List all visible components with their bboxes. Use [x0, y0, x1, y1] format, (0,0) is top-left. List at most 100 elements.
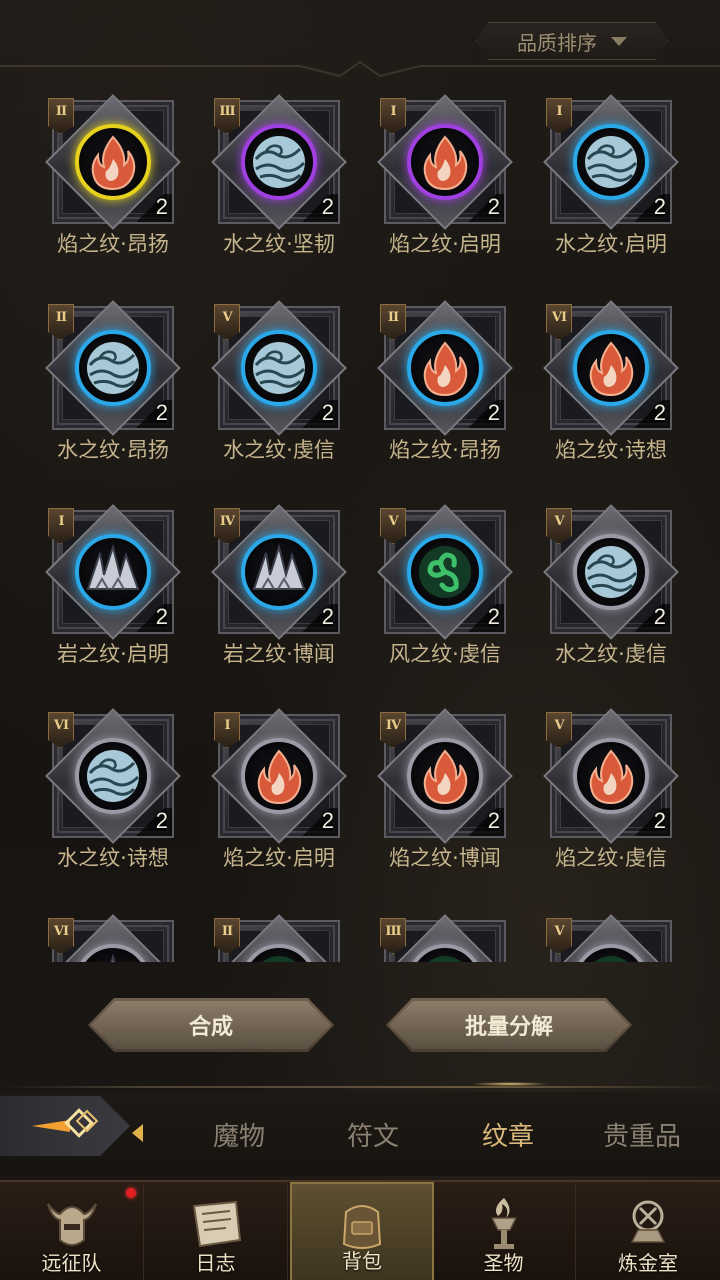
item-count: 2 — [155, 400, 168, 425]
item-count: 2 — [321, 194, 334, 219]
water-crest-icon — [75, 738, 151, 814]
wind-crest-icon — [407, 534, 483, 610]
crest-item[interactable]: 2 V 水之纹·虔信 — [211, 300, 347, 481]
crest-item[interactable]: VI — [45, 914, 181, 962]
nav-label: 背包 — [342, 1249, 382, 1273]
item-count: 2 — [487, 400, 500, 425]
torch-icon — [474, 1196, 534, 1252]
crest-name: 水之纹·启明 — [555, 232, 667, 256]
water-crest-icon — [241, 124, 317, 200]
item-count: 2 — [155, 194, 168, 219]
helmet-icon — [42, 1196, 102, 1252]
alchemy-icon — [618, 1196, 678, 1252]
crest-item[interactable]: 2 V 风之纹·虔信 — [377, 504, 513, 685]
scroll-icon — [186, 1196, 246, 1252]
item-count: 2 — [653, 808, 666, 833]
crest-name: 水之纹·虔信 — [223, 438, 335, 462]
water-crest-icon — [241, 330, 317, 406]
water-crest-icon — [75, 330, 151, 406]
nav-label: 日志 — [195, 1251, 236, 1275]
crest-name: 水之纹·诗想 — [57, 846, 169, 870]
fire-crest-icon — [407, 330, 483, 406]
nav-expedition[interactable]: 远征队 — [0, 1182, 144, 1280]
crest-item[interactable]: 2 IV 岩之纹·博闻 — [211, 504, 347, 685]
top-ornament — [0, 60, 720, 78]
crest-item[interactable]: 2 V 水之纹·虔信 — [543, 504, 679, 685]
fire-crest-icon — [75, 124, 151, 200]
tab-divider — [0, 1086, 720, 1088]
item-count: 2 — [653, 400, 666, 425]
item-count: 2 — [155, 808, 168, 833]
item-count: 2 — [653, 194, 666, 219]
crest-name: 焰之纹·虔信 — [555, 846, 667, 870]
fire-crest-icon — [573, 330, 649, 406]
arrow-diamond-icon — [32, 1108, 99, 1138]
crest-item[interactable]: 2 V 焰之纹·虔信 — [543, 708, 679, 889]
crest-item[interactable]: 2 IV 焰之纹·博闻 — [377, 708, 513, 889]
nav-alchemy[interactable]: 炼金室 — [576, 1182, 720, 1280]
item-count: 2 — [321, 400, 334, 425]
crest-name: 焰之纹·启明 — [223, 846, 335, 870]
crest-name: 焰之纹·博闻 — [389, 846, 501, 870]
crest-name: 焰之纹·昂扬 — [57, 232, 169, 256]
crest-item[interactable]: 2 I 水之纹·启明 — [543, 94, 679, 275]
nav-label: 炼金室 — [618, 1251, 678, 1275]
tab-monsters[interactable]: 魔物 — [213, 1116, 265, 1153]
crest-item[interactable]: 2 I 岩之纹·启明 — [45, 504, 181, 685]
crest-item[interactable]: 2 II 焰之纹·昂扬 — [377, 300, 513, 481]
rock-crest-icon — [75, 534, 151, 610]
fire-crest-icon — [407, 124, 483, 200]
tab-scroll-left-icon[interactable] — [132, 1124, 143, 1142]
batch-decompose-label: 批量分解 — [464, 1015, 553, 1040]
crest-item[interactable]: 2 I 焰之纹·启明 — [377, 94, 513, 275]
compose-label: 合成 — [188, 1015, 233, 1040]
crest-name: 岩之纹·博闻 — [223, 642, 335, 666]
active-tab-indicator — [470, 1082, 550, 1086]
crest-item[interactable]: 2 III 水之纹·坚韧 — [211, 94, 347, 275]
tab-crests[interactable]: 纹章 — [482, 1116, 534, 1153]
nav-backpack[interactable]: 背包 — [290, 1182, 434, 1280]
item-count: 2 — [155, 604, 168, 629]
item-count: 2 — [487, 604, 500, 629]
crest-name: 焰之纹·昂扬 — [389, 438, 501, 462]
crest-name: 焰之纹·启明 — [389, 232, 501, 256]
item-count: 2 — [321, 604, 334, 629]
item-count: 2 — [653, 604, 666, 629]
crest-name: 水之纹·坚韧 — [223, 232, 335, 256]
crest-item[interactable]: III — [377, 914, 513, 962]
notification-dot — [126, 1188, 136, 1198]
nav-label: 圣物 — [483, 1251, 524, 1275]
crest-item[interactable]: 2 II 焰之纹·昂扬 — [45, 94, 181, 275]
bottom-nav: 远征队 日志 背包 圣物 炼金室 — [0, 1180, 720, 1280]
rock-crest-icon — [241, 534, 317, 610]
crest-item[interactable]: 2 I 焰之纹·启明 — [211, 708, 347, 889]
crest-item[interactable]: V — [543, 914, 679, 962]
nav-label: 远征队 — [41, 1251, 102, 1275]
dropdown-arrow-icon — [611, 36, 627, 46]
crest-item[interactable]: 2 VI 焰之纹·诗想 — [543, 300, 679, 481]
fire-crest-icon — [407, 738, 483, 814]
fire-crest-icon — [573, 738, 649, 814]
nav-journal[interactable]: 日志 — [144, 1182, 288, 1280]
nav-relics[interactable]: 圣物 — [432, 1182, 576, 1280]
tab-valuables[interactable]: 贵重品 — [603, 1116, 681, 1153]
batch-decompose-button[interactable]: 批量分解 — [386, 998, 632, 1052]
crest-name: 焰之纹·诗想 — [555, 438, 667, 462]
crest-item[interactable]: 2 VI 水之纹·诗想 — [45, 708, 181, 889]
water-crest-icon — [573, 124, 649, 200]
item-count: 2 — [487, 808, 500, 833]
crest-name: 岩之纹·启明 — [57, 642, 169, 666]
compose-button[interactable]: 合成 — [88, 998, 334, 1052]
crest-item[interactable]: II — [211, 914, 347, 962]
quality-sort-dropdown[interactable]: 品质排序 — [476, 22, 668, 60]
crest-name: 水之纹·虔信 — [555, 642, 667, 666]
sort-label: 品质排序 — [517, 30, 597, 55]
crest-name: 水之纹·昂扬 — [57, 438, 169, 462]
crest-name: 风之纹·虔信 — [389, 642, 501, 666]
crest-item[interactable]: 2 II 水之纹·昂扬 — [45, 300, 181, 481]
item-count: 2 — [487, 194, 500, 219]
water-crest-icon — [573, 534, 649, 610]
crest-grid: 2 II 焰之纹·昂扬 2 III 水之纹·坚韧 2 I 焰之纹·启明 2 I 水之纹·启明 2 II 水之… — [0, 92, 720, 962]
item-count: 2 — [321, 808, 334, 833]
tab-runes[interactable]: 符文 — [347, 1116, 399, 1153]
